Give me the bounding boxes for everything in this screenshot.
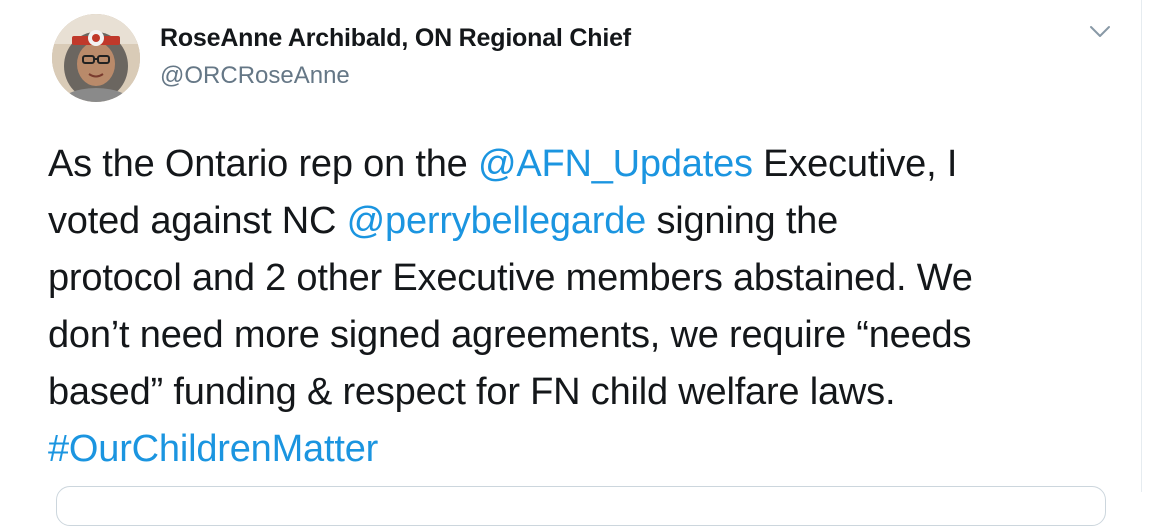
mention-link[interactable]: @perrybellegarde	[347, 200, 647, 242]
tweet-text-segment: signing the	[646, 200, 839, 242]
author-name[interactable]: RoseAnne Archibald, ON Regional Chief	[160, 24, 631, 53]
tweet-text-segment: As the Ontario rep on the	[48, 143, 478, 185]
more-options-button[interactable]	[1086, 20, 1114, 44]
tweet-line: protocol and 2 other Executive members a…	[48, 257, 973, 299]
chevron-down-icon	[1090, 26, 1110, 37]
tweet-line: voted against NC @perrybellegarde signin…	[48, 193, 1128, 250]
tweet-text-segment: voted against NC	[48, 200, 347, 242]
avatar-image	[52, 14, 140, 102]
tweet-card: RoseAnne Archibald, ON Regional Chief @O…	[0, 0, 1142, 526]
author-handle[interactable]: @ORCRoseAnne	[160, 62, 350, 90]
tweet-line: based” funding & respect for FN child we…	[48, 371, 896, 413]
tweet-line: don’t need more signed agreements, we re…	[48, 314, 972, 356]
tweet-line: #OurChildrenMatter	[48, 421, 1128, 478]
tweet-text-segment: Executive, I	[752, 143, 958, 185]
hashtag-link[interactable]: #OurChildrenMatter	[48, 428, 378, 470]
tweet-line: As the Ontario rep on the @AFN_Updates E…	[48, 136, 1128, 193]
mention-link[interactable]: @AFN_Updates	[478, 143, 753, 185]
tweet-text: As the Ontario rep on the @AFN_Updates E…	[48, 136, 1128, 478]
quoted-media-card[interactable]	[56, 486, 1106, 526]
author-avatar[interactable]	[52, 14, 140, 102]
